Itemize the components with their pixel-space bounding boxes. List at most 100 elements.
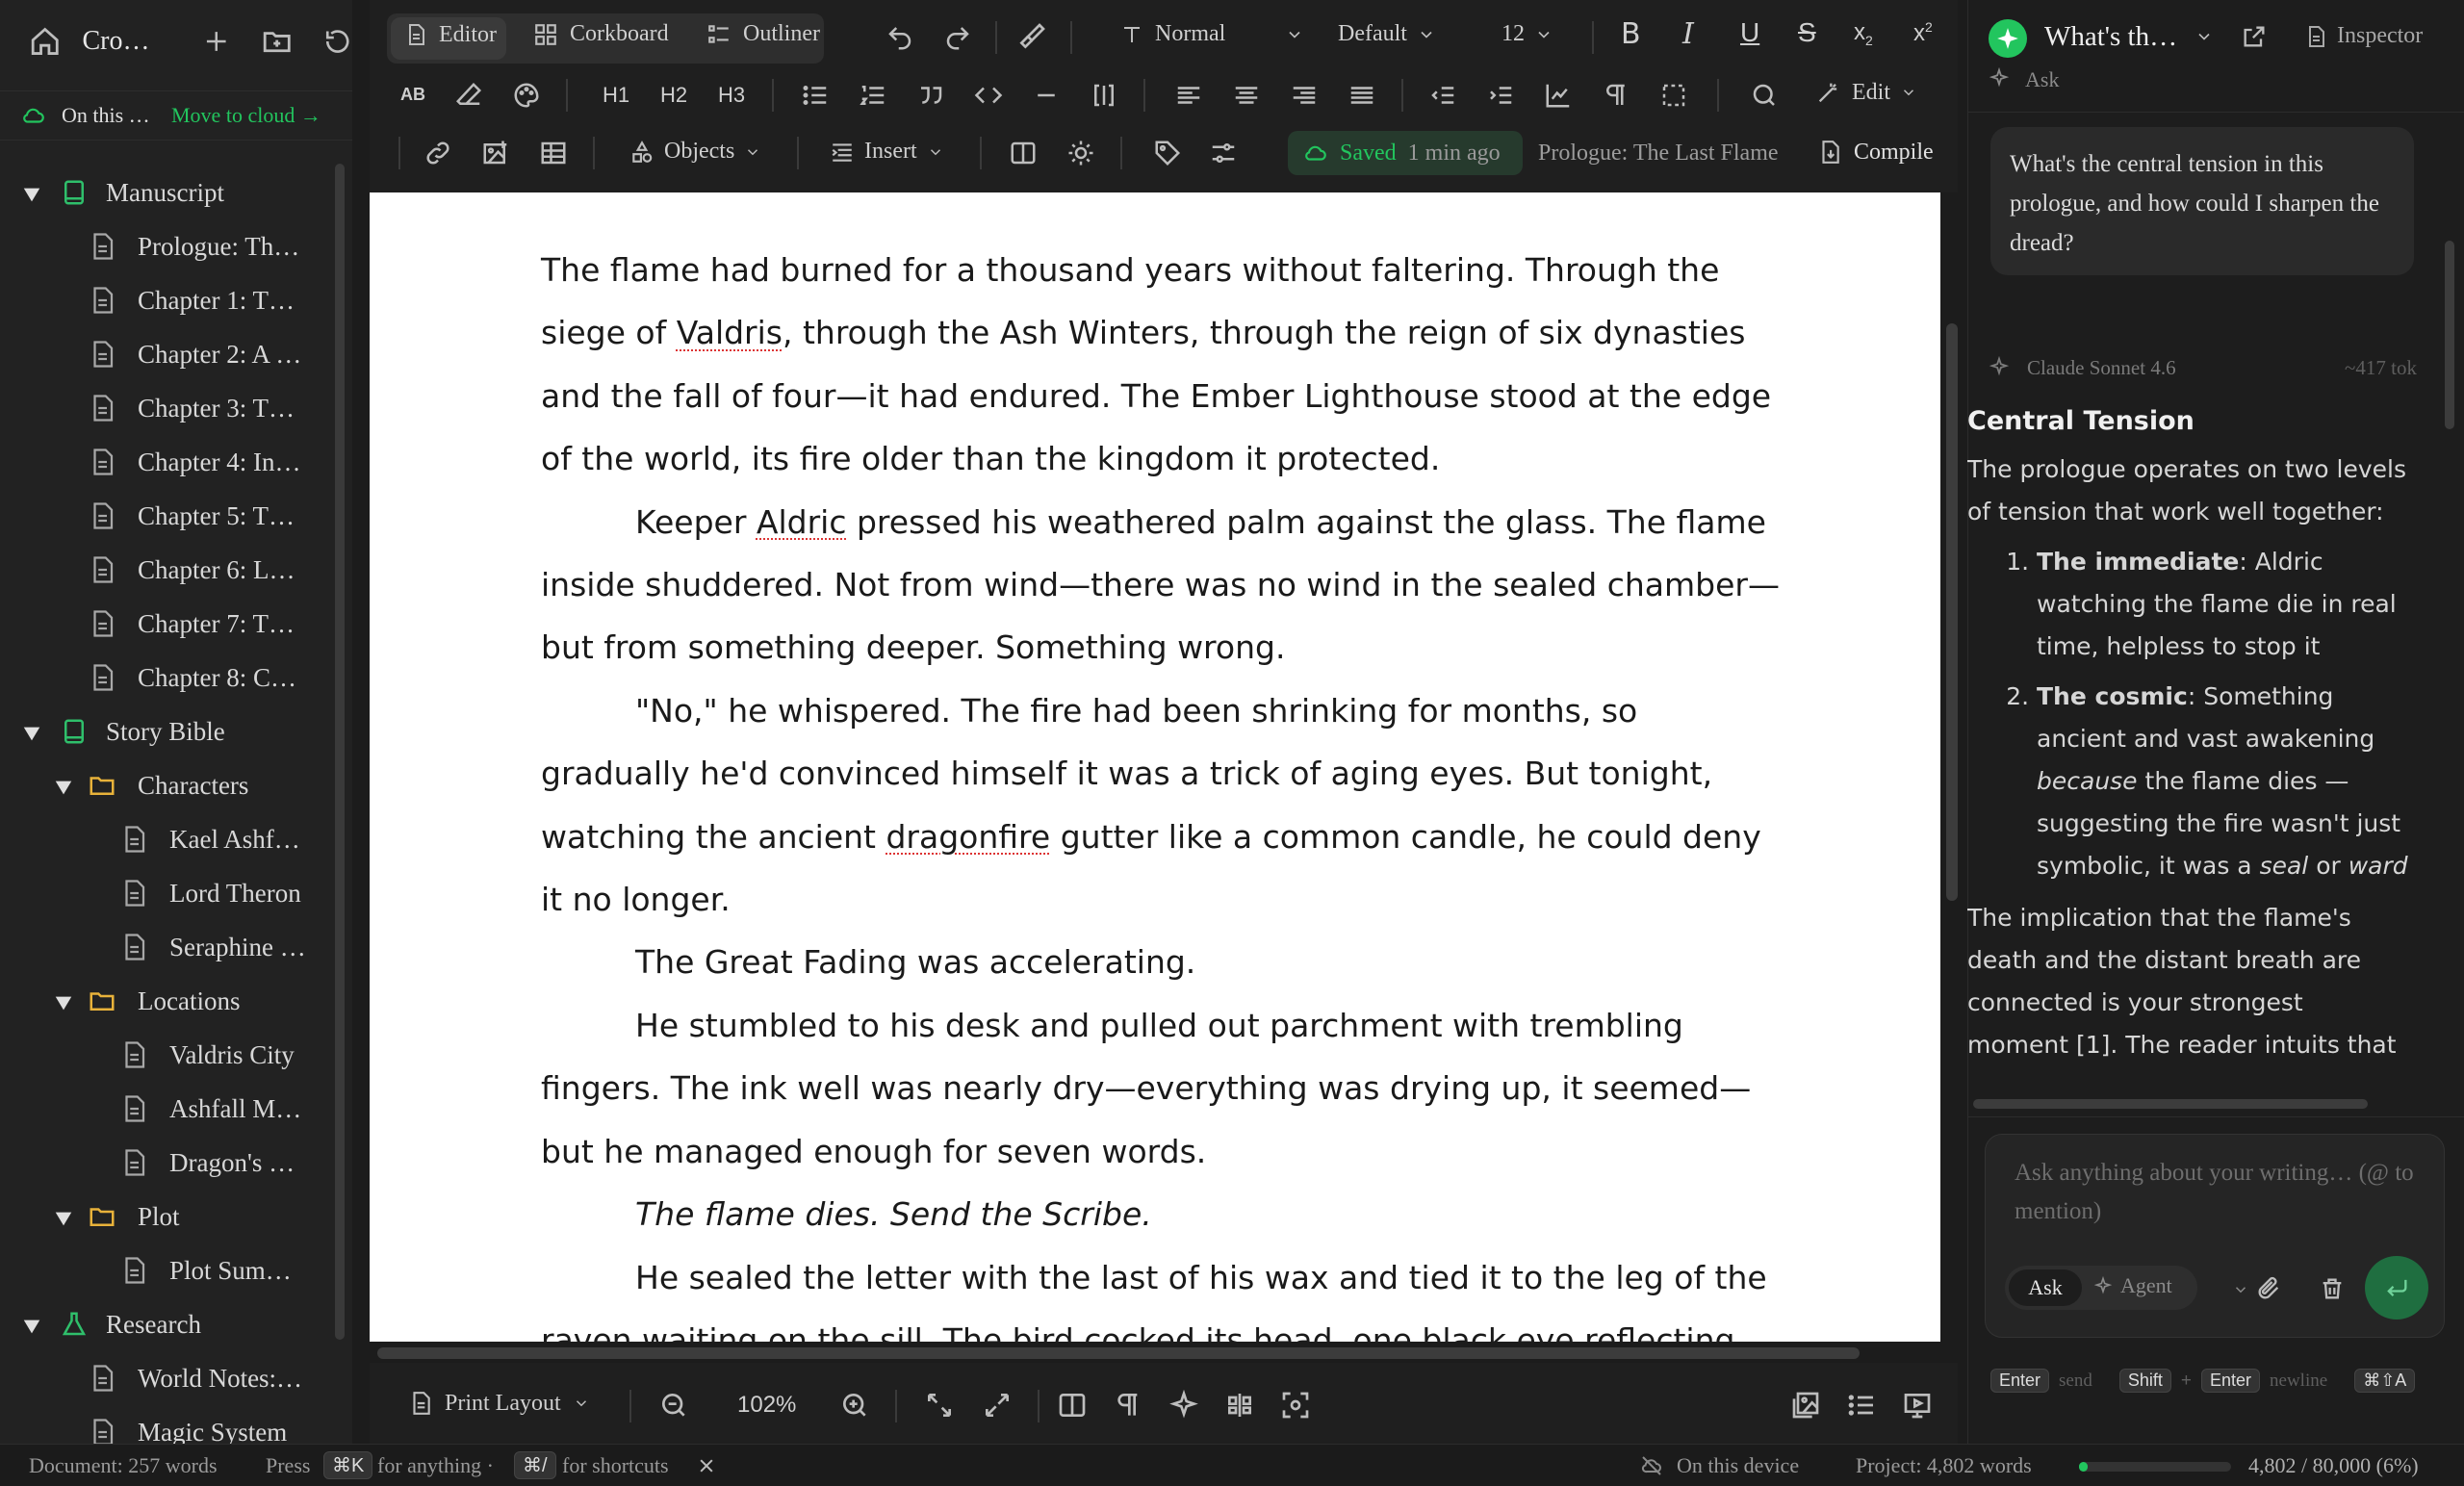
- sun-icon[interactable]: [1066, 139, 1095, 167]
- document-paragraph[interactable]: He stumbled to his desk and pulled out p…: [541, 994, 1783, 1183]
- binder-item[interactable]: Manuscript: [0, 166, 333, 219]
- fullscreen-icon[interactable]: [982, 1390, 1013, 1421]
- refresh-icon[interactable]: [322, 26, 352, 57]
- strikethrough-icon[interactable]: S: [1798, 17, 1816, 48]
- response-vscrollbar[interactable]: [2445, 241, 2454, 429]
- list-view-icon[interactable]: [1846, 1390, 1877, 1421]
- editor-page[interactable]: The flame had burned for a thousand year…: [370, 192, 1940, 1342]
- indent-icon[interactable]: [1486, 81, 1515, 110]
- binder-item[interactable]: Plot: [0, 1190, 333, 1243]
- send-button[interactable]: [2365, 1256, 2428, 1319]
- binder-item[interactable]: Seraphine …: [0, 920, 333, 974]
- chevron-down-icon[interactable]: [2194, 27, 2214, 46]
- binder-item[interactable]: Chapter 3: T…: [0, 381, 333, 435]
- objects-menu-button[interactable]: Objects: [629, 139, 761, 165]
- response-hscrollbar[interactable]: [1973, 1099, 2368, 1109]
- binder-item[interactable]: Chapter 4: In…: [0, 435, 333, 489]
- bold-icon[interactable]: B: [1621, 17, 1641, 51]
- focus-icon[interactable]: [1280, 1390, 1311, 1421]
- document-paragraph[interactable]: The Great Fading was accelerating.: [541, 931, 1783, 993]
- bullet-list-icon[interactable]: [801, 81, 830, 110]
- numbered-list-icon[interactable]: [859, 81, 887, 110]
- undo-icon[interactable]: [886, 23, 914, 52]
- align-justify-icon[interactable]: [1348, 81, 1376, 110]
- document-body[interactable]: The flame had burned for a thousand year…: [541, 239, 1783, 1342]
- edit-menu-button[interactable]: Edit: [1815, 79, 1917, 106]
- expand-icon[interactable]: [924, 1390, 955, 1421]
- heading2-button[interactable]: H2: [660, 83, 687, 108]
- tag-icon[interactable]: [1153, 139, 1182, 167]
- binder-item[interactable]: Story Bible: [0, 705, 333, 758]
- agent-mode-button[interactable]: Agent: [2093, 1273, 2172, 1298]
- ask-mode-button[interactable]: Ask: [2009, 1269, 2082, 1306]
- subscript-icon[interactable]: x2: [1854, 19, 1873, 48]
- horizontal-scrollbar[interactable]: [377, 1347, 1860, 1359]
- redo-icon[interactable]: [943, 23, 972, 52]
- disclosure-triangle-icon[interactable]: [53, 1206, 74, 1227]
- move-to-cloud-link[interactable]: Move to cloud →: [171, 103, 321, 128]
- trash-icon[interactable]: [2319, 1275, 2346, 1302]
- new-folder-icon[interactable]: [261, 25, 293, 58]
- paragraph-style-select[interactable]: Normal: [1120, 21, 1304, 47]
- disclosure-triangle-icon[interactable]: [53, 775, 74, 796]
- spellcheck-icon[interactable]: AB: [400, 85, 425, 105]
- superscript-icon[interactable]: x2: [1913, 19, 1933, 47]
- align-left-icon[interactable]: [1174, 81, 1203, 110]
- inspector-button[interactable]: Inspector: [2304, 23, 2423, 49]
- disclosure-triangle-icon[interactable]: [53, 990, 74, 1012]
- binder-item[interactable]: Chapter 8: C…: [0, 651, 333, 705]
- format-painter-icon[interactable]: [1016, 21, 1047, 52]
- binder-item[interactable]: Ashfall M…: [0, 1082, 333, 1136]
- binder-item[interactable]: Prologue: Th…: [0, 219, 333, 273]
- disclosure-triangle-icon[interactable]: [21, 182, 42, 203]
- font-select[interactable]: Default: [1338, 21, 1436, 47]
- sparkle-icon[interactable]: [1168, 1390, 1199, 1421]
- add-icon[interactable]: [202, 27, 231, 56]
- heading3-button[interactable]: H3: [718, 83, 745, 108]
- document-paragraph[interactable]: The flame had burned for a thousand year…: [541, 239, 1783, 491]
- binder-item[interactable]: Plot Sum…: [0, 1243, 333, 1297]
- document-paragraph[interactable]: Keeper Aldric pressed his weathered palm…: [541, 491, 1783, 679]
- binder-item[interactable]: Chapter 6: L…: [0, 543, 333, 597]
- underline-icon[interactable]: U: [1740, 17, 1759, 48]
- sidebar-scrollbar[interactable]: [335, 164, 345, 1340]
- chat-title[interactable]: What's th…: [2044, 21, 2175, 53]
- tab-editor[interactable]: Editor: [404, 21, 497, 48]
- binder-item[interactable]: Chapter 2: A …: [0, 327, 333, 381]
- insert-menu-button[interactable]: Insert: [830, 139, 944, 165]
- link-icon[interactable]: [424, 139, 452, 167]
- binder-item[interactable]: World Notes:…: [0, 1351, 333, 1405]
- align-right-icon[interactable]: [1290, 81, 1319, 110]
- zoom-out-icon[interactable]: [658, 1390, 689, 1421]
- invisibles-icon[interactable]: [1113, 1390, 1143, 1421]
- italic-icon[interactable]: I: [1682, 17, 1694, 51]
- zoom-in-icon[interactable]: [839, 1390, 870, 1421]
- binder-item[interactable]: Locations: [0, 974, 333, 1028]
- table-icon[interactable]: [539, 139, 568, 167]
- outdent-icon[interactable]: [1428, 81, 1457, 110]
- binder-item[interactable]: Chapter 5: T…: [0, 489, 333, 543]
- palette-icon[interactable]: [512, 81, 541, 110]
- document-paragraph[interactable]: The flame dies. Send the Scribe.: [541, 1183, 1783, 1245]
- code-icon[interactable]: [974, 81, 1003, 110]
- eraser-icon[interactable]: [454, 81, 483, 110]
- pilcrow-icon[interactable]: [1602, 81, 1630, 110]
- misspelled-word[interactable]: Valdris: [677, 314, 783, 351]
- gallery-icon[interactable]: [1790, 1390, 1821, 1421]
- binder-item[interactable]: Chapter 1: T…: [0, 273, 333, 327]
- close-icon[interactable]: [697, 1456, 716, 1475]
- binder-item[interactable]: Kael Ashf…: [0, 812, 333, 866]
- binder-item[interactable]: Lord Theron: [0, 866, 333, 920]
- binder-item[interactable]: Characters: [0, 758, 333, 812]
- disclosure-triangle-icon[interactable]: [21, 1314, 42, 1335]
- binder-item[interactable]: Chapter 7: T…: [0, 597, 333, 651]
- binder-item[interactable]: Dragon's …: [0, 1136, 333, 1190]
- presentation-icon[interactable]: [1902, 1390, 1933, 1421]
- align-center-icon[interactable]: [1232, 81, 1261, 110]
- split-view-icon[interactable]: [1009, 139, 1038, 167]
- vertical-scrollbar[interactable]: [1946, 323, 1958, 901]
- chat-input[interactable]: Ask anything about your writing… (@ to m…: [2015, 1154, 2419, 1231]
- tab-outliner[interactable]: Outliner: [706, 21, 820, 47]
- binder-item[interactable]: Research: [0, 1297, 333, 1351]
- compile-button[interactable]: Compile: [1817, 139, 1934, 166]
